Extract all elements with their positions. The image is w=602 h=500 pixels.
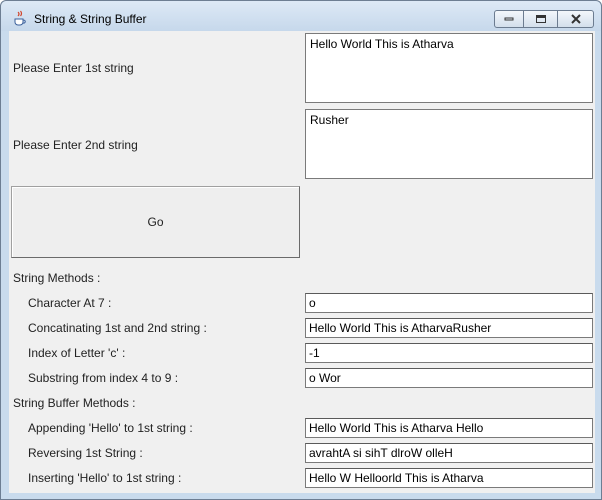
close-button[interactable]	[558, 10, 594, 28]
concat-field[interactable]: Hello World This is AtharvaRusher	[305, 318, 593, 338]
close-icon	[570, 14, 581, 24]
window-title: String & String Buffer	[34, 12, 147, 26]
insert-label: Inserting 'Hello' to 1st string :	[28, 471, 182, 485]
form-panel: Please Enter 1st string Hello World This…	[9, 31, 595, 493]
insert-field[interactable]: Hello W Helloorld This is Atharva	[305, 468, 593, 488]
java-cup-icon[interactable]	[12, 10, 28, 26]
maximize-icon	[535, 15, 546, 23]
second-string-label: Please Enter 2nd string	[13, 138, 138, 152]
substring-field[interactable]: o Wor	[305, 368, 593, 388]
index-of-label: Index of Letter 'c' :	[28, 346, 126, 360]
reverse-field[interactable]: avrahtA si sihT dlroW olleH	[305, 443, 593, 463]
string-methods-heading: String Methods :	[13, 271, 101, 285]
buffer-methods-heading: String Buffer Methods :	[13, 396, 136, 410]
append-field[interactable]: Hello World This is Atharva Hello	[305, 418, 593, 438]
maximize-button[interactable]	[524, 10, 558, 28]
first-string-input[interactable]: Hello World This is Atharva	[305, 33, 593, 103]
go-button[interactable]: Go	[11, 186, 300, 258]
reverse-label: Reversing 1st String :	[28, 446, 143, 460]
title-bar[interactable]: String & String Buffer	[1, 1, 601, 31]
substring-label: Substring from index 4 to 9 :	[28, 371, 179, 385]
char-at-label: Character At 7 :	[28, 296, 112, 310]
append-label: Appending 'Hello' to 1st string :	[28, 421, 193, 435]
second-string-input[interactable]: Rusher	[305, 109, 593, 179]
index-of-field[interactable]: -1	[305, 343, 593, 363]
app-window: String & String Buffer Please Enter 1st …	[0, 0, 602, 500]
minimize-button[interactable]	[494, 10, 524, 28]
first-string-label: Please Enter 1st string	[13, 61, 134, 75]
concat-label: Concatinating 1st and 2nd string :	[28, 321, 207, 335]
char-at-field[interactable]: o	[305, 293, 593, 313]
minimize-icon	[504, 17, 514, 21]
